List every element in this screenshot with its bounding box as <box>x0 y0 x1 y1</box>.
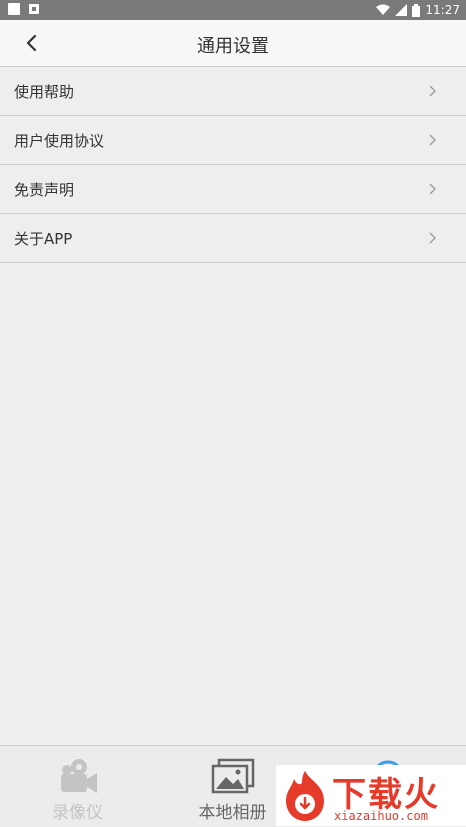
settings-list: 使用帮助 用户使用协议 免责声明 关于APP <box>0 67 466 263</box>
app-header: 通用设置 <box>0 20 466 67</box>
menu-item-label: 使用帮助 <box>14 83 75 101</box>
status-right: 11:27 <box>376 3 460 17</box>
status-time: 11:27 <box>425 3 460 17</box>
watermark-url: xiazaihuo.com <box>334 809 428 823</box>
notification-icons <box>8 3 39 15</box>
app-notification-icon <box>29 4 39 14</box>
menu-item-label: 用户使用协议 <box>14 132 105 150</box>
menu-item-about[interactable]: 关于APP <box>0 214 466 263</box>
gallery-icon <box>211 758 254 794</box>
menu-item-label: 免责声明 <box>14 181 75 199</box>
flame-logo-icon <box>286 771 324 821</box>
chevron-right-icon <box>429 232 436 244</box>
camcorder-icon <box>60 759 97 793</box>
notification-icon <box>8 3 20 15</box>
chevron-right-icon <box>429 183 436 195</box>
wifi-icon <box>376 4 391 15</box>
page-title: 通用设置 <box>197 36 269 57</box>
tab-label: 录像仪 <box>52 803 103 823</box>
menu-item-disclaimer[interactable]: 免责声明 <box>0 165 466 214</box>
menu-item-label: 关于APP <box>14 230 73 248</box>
signal-icon <box>395 4 408 16</box>
menu-item-user-agreement[interactable]: 用户使用协议 <box>0 116 466 165</box>
battery-icon <box>412 3 421 17</box>
menu-item-help[interactable]: 使用帮助 <box>0 67 466 116</box>
status-bar: 11:27 <box>0 0 466 20</box>
watermark-logo: 下载火 xiazaihuo.com <box>276 765 466 826</box>
chevron-right-icon <box>429 134 436 146</box>
tab-recorder[interactable]: 录像仪 <box>0 746 155 827</box>
chevron-right-icon <box>429 85 436 97</box>
